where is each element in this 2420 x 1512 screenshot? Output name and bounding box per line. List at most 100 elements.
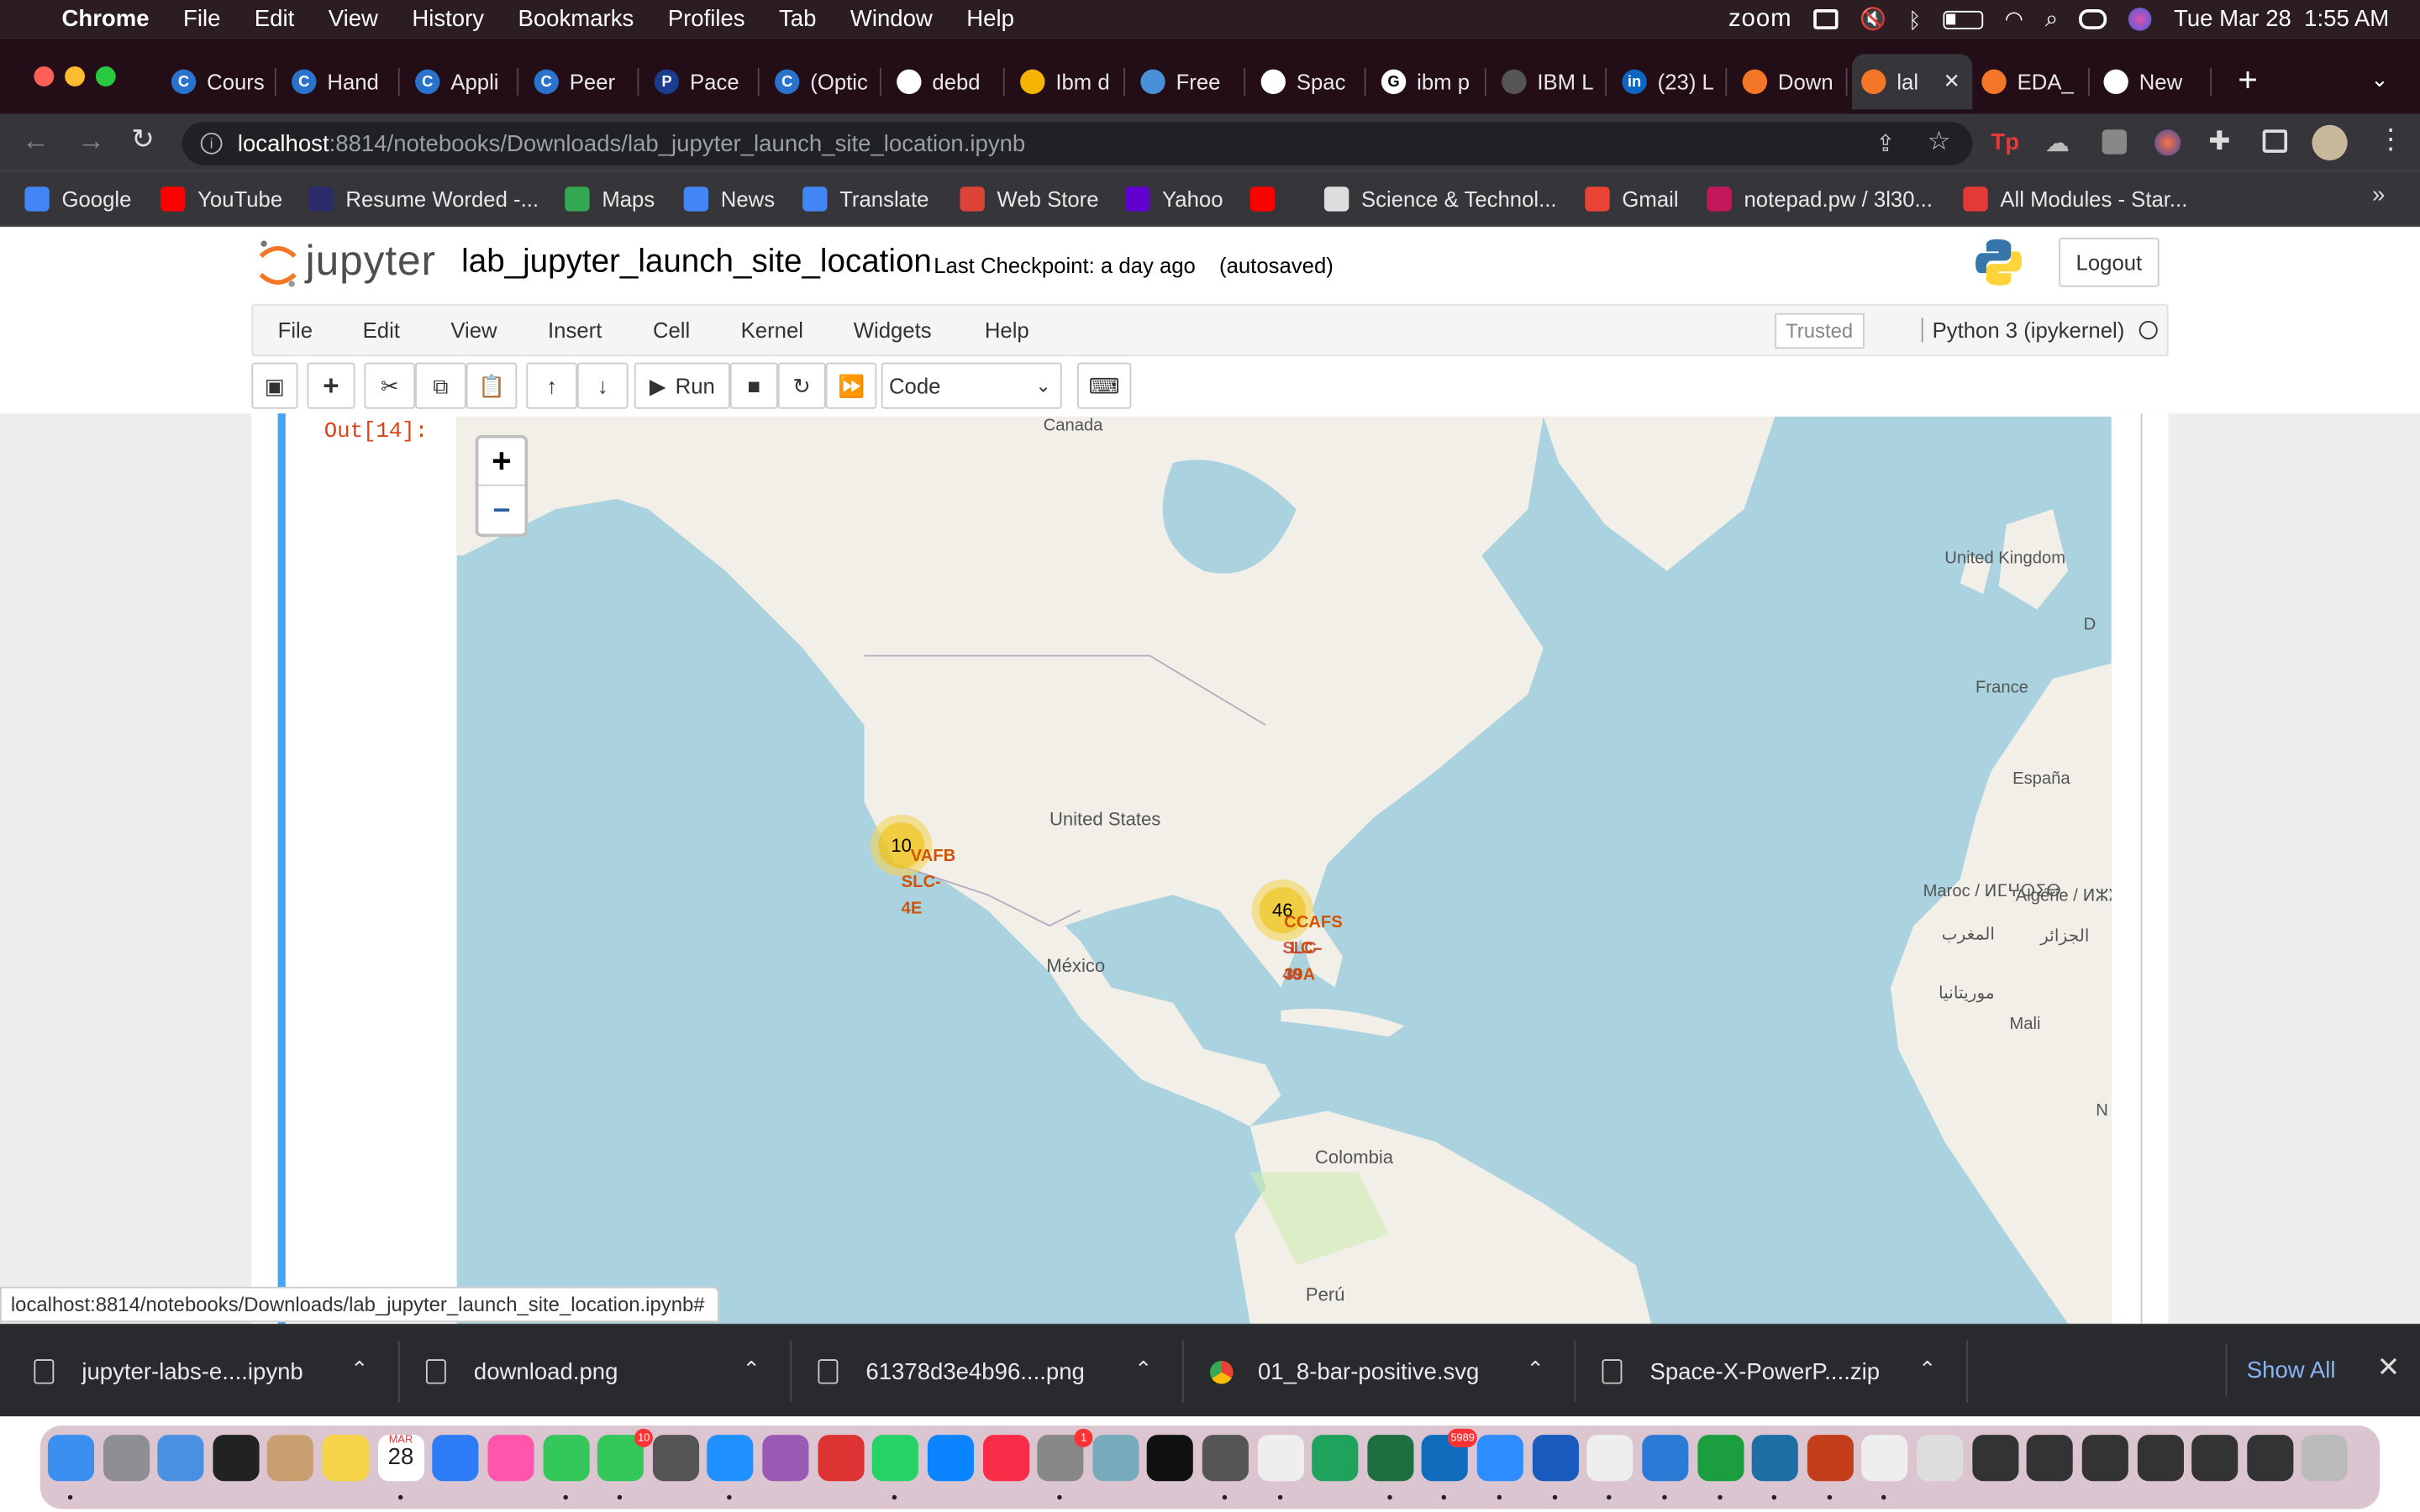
- zoom-status-icon[interactable]: zoom: [1728, 5, 1792, 33]
- browser-tab[interactable]: P Pace: [645, 54, 760, 109]
- app-store-alt-icon[interactable]: [432, 1435, 479, 1482]
- mysql-workbench-icon[interactable]: [1752, 1435, 1799, 1482]
- bookmark-item[interactable]: Gmail: [1585, 184, 1679, 215]
- podcasts-icon[interactable]: [762, 1435, 809, 1482]
- bookmark-item[interactable]: Google: [24, 184, 131, 215]
- close-tab-icon[interactable]: ✕: [1944, 70, 1960, 94]
- restart-run-all-icon[interactable]: ⏩: [825, 362, 877, 409]
- menubar-edit[interactable]: Edit: [255, 6, 294, 32]
- app-store-icon[interactable]: [927, 1435, 974, 1482]
- screen-mirror-icon[interactable]: [1813, 9, 1839, 29]
- battery-icon[interactable]: [1943, 9, 1983, 29]
- folium-map[interactable]: + – Canada United Kingdom D France España Mar…: [456, 416, 2112, 1324]
- download-options-chevron-icon[interactable]: ⌃: [1134, 1356, 1153, 1382]
- browser-tab[interactable]: C Peer: [524, 54, 639, 109]
- show-all-downloads-button[interactable]: Show All: [2225, 1343, 2355, 1397]
- menubar-bookmarks[interactable]: Bookmarks: [518, 6, 634, 32]
- browser-tab[interactable]: Down: [1733, 54, 1848, 109]
- browser-tab[interactable]: EDA_: [1972, 54, 2090, 109]
- marker-cluster-west[interactable]: 10: [870, 814, 933, 877]
- window-minimize-button[interactable]: [65, 66, 86, 87]
- spotlight-search-icon[interactable]: ⌕: [2045, 6, 2058, 32]
- browser-tab[interactable]: Ibm d: [1011, 54, 1125, 109]
- menubar-view[interactable]: View: [329, 6, 378, 32]
- minimized-window-icon[interactable]: [2027, 1435, 2074, 1482]
- address-bar[interactable]: i localhost :8814/notebooks/Downloads/la…: [182, 122, 1973, 165]
- download-item[interactable]: jupyter-labs-e....ipynb ⌃: [34, 1356, 368, 1387]
- download-item[interactable]: 01_8-bar-positive.svg ⌃: [1210, 1356, 1544, 1387]
- browser-tab[interactable]: Gibm p: [1372, 54, 1486, 109]
- menu-cell[interactable]: Cell: [653, 318, 690, 342]
- powerpoint-icon[interactable]: [1807, 1435, 1854, 1482]
- new-tab-button[interactable]: +: [2238, 60, 2258, 101]
- profile-avatar[interactable]: [2312, 124, 2348, 161]
- share-icon[interactable]: ⇪: [1876, 129, 1895, 157]
- menu-widgets[interactable]: Widgets: [854, 318, 932, 342]
- minimized-window-icon[interactable]: [2246, 1435, 2293, 1482]
- messages-icon[interactable]: 10: [597, 1428, 654, 1482]
- chrome-icon[interactable]: [1257, 1435, 1304, 1482]
- activity-icon[interactable]: [1697, 1435, 1744, 1482]
- bookmark-item[interactable]: Translate: [802, 184, 929, 215]
- extension-color-icon[interactable]: [2154, 129, 2181, 156]
- bookmark-item[interactable]: Resume Worded -...: [308, 184, 539, 215]
- zoom-in-button[interactable]: +: [478, 438, 525, 486]
- menubar-datetime[interactable]: Tue Mar 28 1:55 AM: [2174, 6, 2389, 32]
- bookmark-item[interactable]: Science & Technol...: [1323, 184, 1557, 215]
- browser-tab[interactable]: debd: [887, 54, 1005, 109]
- move-up-icon[interactable]: ↑: [526, 362, 577, 409]
- download-options-chevron-icon[interactable]: ⌃: [742, 1356, 760, 1382]
- minimized-window-icon[interactable]: [2136, 1435, 2184, 1482]
- paste-icon[interactable]: 📋: [466, 362, 518, 409]
- menubar-file[interactable]: File: [183, 6, 220, 32]
- bookmarks-overflow-icon[interactable]: »: [2372, 182, 2385, 208]
- terminal-icon[interactable]: [1147, 1435, 1194, 1482]
- logout-button[interactable]: Logout: [2059, 237, 2160, 287]
- insert-cell-icon[interactable]: +: [307, 362, 355, 409]
- window-close-button[interactable]: [34, 66, 55, 87]
- safari-icon[interactable]: [707, 1435, 755, 1482]
- trusted-indicator[interactable]: Trusted: [1775, 312, 1865, 349]
- bookmark-item[interactable]: notepad.pw / 3l30...: [1707, 184, 1933, 215]
- excel-icon[interactable]: [1367, 1435, 1414, 1482]
- trash-icon[interactable]: [2302, 1435, 2349, 1482]
- siri-icon[interactable]: [2128, 8, 2153, 31]
- facetime-icon[interactable]: [542, 1435, 589, 1482]
- jupyter-logo-icon[interactable]: [258, 238, 298, 290]
- menu-view[interactable]: View: [450, 318, 497, 342]
- bookmark-star-icon[interactable]: ☆: [1928, 127, 1951, 158]
- menu-help[interactable]: Help: [985, 318, 1029, 342]
- browser-tab[interactable]: C Appli: [406, 54, 519, 109]
- side-panel-icon[interactable]: [2262, 129, 2288, 153]
- bookmark-item[interactable]: Yahoo: [1124, 184, 1223, 215]
- browser-tab[interactable]: C Hand: [282, 54, 400, 109]
- cell-type-select[interactable]: Code ⌄: [881, 362, 1062, 409]
- menu-file[interactable]: File: [278, 318, 313, 342]
- interrupt-icon[interactable]: ■: [729, 362, 778, 409]
- chrome-menu-icon[interactable]: ⋮: [2377, 123, 2405, 156]
- zoom-icon[interactable]: [1476, 1435, 1524, 1482]
- run-button[interactable]: ▶ Run: [634, 362, 730, 409]
- browser-tab[interactable]: C Cours: [162, 54, 276, 109]
- cut-icon[interactable]: ✂: [364, 362, 416, 409]
- chrome-alt-icon[interactable]: [1861, 1435, 1908, 1482]
- bluetooth-icon[interactable]: ᛒ: [1908, 7, 1921, 31]
- menubar-window[interactable]: Window: [850, 6, 933, 32]
- system-settings-icon[interactable]: 1: [1037, 1428, 1093, 1482]
- wifi-icon[interactable]: ◠: [2005, 6, 2023, 32]
- minimized-window-icon[interactable]: [2081, 1435, 2128, 1482]
- site-info-icon[interactable]: i: [200, 132, 223, 155]
- whatsapp-icon[interactable]: [872, 1435, 919, 1482]
- vscode-icon[interactable]: [1642, 1435, 1689, 1482]
- extensions-puzzle-icon[interactable]: ✚: [2208, 127, 2230, 158]
- forward-button[interactable]: →: [77, 125, 105, 158]
- download-item[interactable]: download.png ⌃: [425, 1356, 760, 1387]
- launchpad-icon[interactable]: [103, 1435, 150, 1482]
- word-icon[interactable]: [1532, 1435, 1579, 1482]
- browser-tab[interactable]: in (23) L: [1612, 54, 1728, 109]
- minimized-window-icon[interactable]: [1971, 1435, 2018, 1482]
- back-button[interactable]: ←: [22, 125, 50, 158]
- menubar-history[interactable]: History: [412, 6, 484, 32]
- textedit-icon[interactable]: [1586, 1435, 1634, 1482]
- extension-cloud-icon[interactable]: ☁: [2045, 128, 2070, 159]
